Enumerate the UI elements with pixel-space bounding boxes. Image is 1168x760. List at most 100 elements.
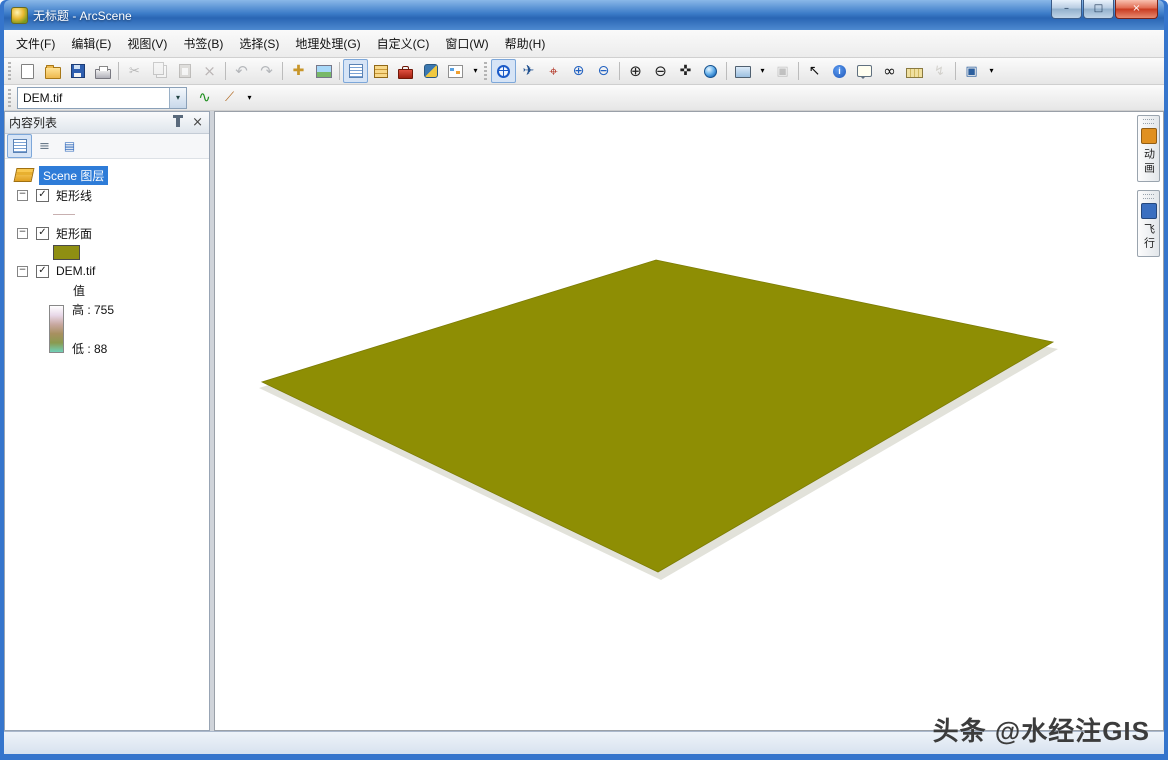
interpolate-line-icon: ∿ — [198, 90, 211, 105]
tools-overflow-icon: ▾ — [989, 67, 993, 75]
viewer-dropdown[interactable]: ▾ — [755, 59, 770, 83]
center-on-target-button[interactable]: ⌖ — [541, 59, 566, 83]
collapse-toggle[interactable]: − — [17, 266, 28, 277]
catalog-window-button[interactable] — [368, 59, 393, 83]
measure-button[interactable] — [902, 59, 927, 83]
python-window-button[interactable] — [418, 59, 443, 83]
interpolate-line-button[interactable]: ∿ — [192, 86, 217, 110]
add-basemap-button[interactable] — [311, 59, 336, 83]
print-icon — [95, 69, 111, 79]
elevation-ramp — [49, 305, 64, 353]
fill-symbol[interactable] — [53, 245, 80, 260]
collapse-toggle[interactable]: − — [17, 190, 28, 201]
animation-icon — [1141, 128, 1157, 144]
full-extent-button[interactable] — [698, 59, 723, 83]
menu-view[interactable]: 视图(V) — [119, 30, 175, 57]
3d-analyst-overflow-dropdown[interactable]: ▾ — [242, 86, 257, 110]
window-title: 无标题 - ArcScene — [33, 7, 132, 24]
main-content: 内容列表 × ≡▤ Scene 图层 − ✓ 矩形线 — [4, 111, 1164, 731]
modelbuilder-button[interactable] — [443, 59, 468, 83]
select-graphics-button[interactable]: ↖ — [802, 59, 827, 83]
set-observer-icon: ⊖ — [598, 64, 610, 78]
toc-close-button[interactable]: × — [190, 116, 205, 129]
identify-button[interactable]: i — [827, 59, 852, 83]
layer-checkbox[interactable]: ✓ — [36, 265, 49, 278]
close-button[interactable]: × — [1115, 0, 1158, 19]
menu-edit[interactable]: 编辑(E) — [63, 30, 119, 57]
navigate-button[interactable] — [491, 59, 516, 83]
animation-toolbar[interactable]: 动画 — [1137, 115, 1160, 182]
toolbar-separator — [955, 62, 956, 80]
find-icon: ∞ — [883, 64, 896, 79]
layer-node-polygon[interactable]: − ✓ 矩形面 — [5, 223, 209, 243]
zoom-in-icon: ⊕ — [629, 64, 642, 79]
scene-layers-node[interactable]: Scene 图层 — [5, 165, 209, 185]
list-by-source-button[interactable]: ≡ — [32, 134, 57, 158]
find-button[interactable]: ∞ — [877, 59, 902, 83]
cut-button: ✂ — [122, 59, 147, 83]
new-document-icon — [21, 64, 34, 79]
legend-ramp-row: 高 : 755 低 : 88 — [5, 301, 209, 357]
menu-bookmarks[interactable]: 书签(B) — [175, 30, 231, 57]
tools-overflow-dropdown[interactable]: ▾ — [984, 59, 999, 83]
3d-analyst-toolbar: DEM.tif▾∿⟋▾ — [4, 85, 1164, 111]
list-by-drawing-order-button[interactable] — [7, 134, 32, 158]
line-symbol[interactable] — [53, 214, 75, 215]
menu-customize[interactable]: 自定义(C) — [369, 30, 438, 57]
layer-combobox-value: DEM.tif — [18, 91, 169, 105]
navigate-icon — [497, 65, 510, 78]
save-button[interactable] — [65, 59, 90, 83]
layer-checkbox[interactable]: ✓ — [36, 227, 49, 240]
zoom-out-button[interactable]: ⊖ — [648, 59, 673, 83]
menu-geoprocessing[interactable]: 地理处理(G) — [287, 30, 368, 57]
minimize-button[interactable]: – — [1051, 0, 1082, 19]
previous-view-button[interactable] — [730, 59, 755, 83]
arcscene-window: 无标题 - ArcScene –□× 文件(F)编辑(E)视图(V)书签(B)选… — [0, 0, 1168, 760]
windows-overflow-dropdown[interactable]: ▾ — [468, 59, 483, 83]
scene-layers-label[interactable]: Scene 图层 — [39, 166, 108, 185]
list-by-visibility-button[interactable]: ▤ — [57, 134, 82, 158]
toc-tree: Scene 图层 − ✓ 矩形线 − ✓ 矩形面 — [5, 159, 209, 730]
scene-viewport[interactable]: 动画飞行 — [214, 111, 1164, 731]
layer-label[interactable]: 矩形线 — [56, 187, 92, 204]
html-popup-icon — [857, 65, 872, 77]
scene-canvas[interactable] — [215, 112, 1163, 730]
layer-label[interactable]: 矩形面 — [56, 225, 92, 242]
collapse-toggle[interactable]: − — [17, 228, 28, 239]
toc-window-button[interactable] — [343, 59, 368, 83]
titlebar[interactable]: 无标题 - ArcScene –□× — [4, 0, 1164, 30]
layer-node-dem[interactable]: − ✓ DEM.tif — [5, 261, 209, 281]
arctoolbox-button[interactable] — [393, 59, 418, 83]
undo-icon: ↶ — [235, 64, 248, 79]
paste-button — [172, 59, 197, 83]
add-data-button[interactable]: ✚ — [286, 59, 311, 83]
add-basemap-icon — [316, 65, 332, 78]
add-data-icon: ✚ — [293, 64, 305, 78]
menu-selection[interactable]: 选择(S) — [231, 30, 287, 57]
menu-help[interactable]: 帮助(H) — [497, 30, 554, 57]
layer-combobox-arrow[interactable]: ▾ — [169, 88, 186, 108]
zoom-to-target-button[interactable]: ⊕ — [566, 59, 591, 83]
steepest-path-button[interactable]: ⟋ — [217, 86, 242, 110]
3d-graphics-button[interactable]: ▣ — [959, 59, 984, 83]
menu-window[interactable]: 窗口(W) — [437, 30, 496, 57]
menu-file[interactable]: 文件(F) — [8, 30, 63, 57]
zoom-in-button[interactable]: ⊕ — [623, 59, 648, 83]
layer-label[interactable]: DEM.tif — [56, 264, 95, 278]
new-document-button[interactable] — [15, 59, 40, 83]
open-button[interactable] — [40, 59, 65, 83]
layer-node-line[interactable]: − ✓ 矩形线 — [5, 185, 209, 205]
pin-icon[interactable] — [176, 118, 180, 127]
fly-toolbar[interactable]: 飞行 — [1137, 190, 1160, 257]
maximize-button[interactable]: □ — [1083, 0, 1114, 19]
print-button[interactable] — [90, 59, 115, 83]
modelbuilder-icon — [448, 65, 463, 78]
fly-button[interactable]: ✈ — [516, 59, 541, 83]
toolbar-separator — [726, 62, 727, 80]
html-popup-button[interactable] — [852, 59, 877, 83]
animation-toolbar-label: 动画 — [1141, 148, 1157, 176]
layer-checkbox[interactable]: ✓ — [36, 189, 49, 202]
layer-combobox[interactable]: DEM.tif▾ — [17, 87, 187, 109]
pan-button[interactable]: ✜ — [673, 59, 698, 83]
set-observer-button[interactable]: ⊖ — [591, 59, 616, 83]
